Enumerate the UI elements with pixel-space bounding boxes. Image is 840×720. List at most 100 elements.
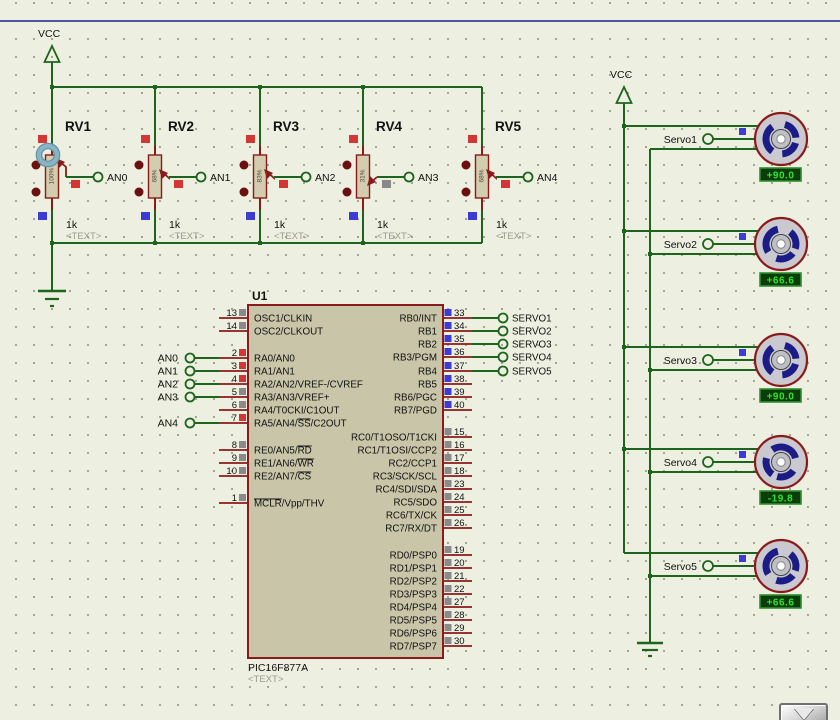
pin-state-square [239, 414, 246, 421]
terminal-an1-mcu-side[interactable] [184, 365, 196, 377]
servo-signal-state-square [739, 349, 746, 356]
pin-number: 26 [454, 518, 465, 529]
pin-name: RB2 [418, 340, 437, 351]
pin-number: 5 [232, 387, 237, 398]
terminal-an1-pot-side[interactable] [195, 171, 207, 183]
pin-name: RC4/SDI/SDA [375, 485, 437, 496]
pin-state-square [444, 454, 452, 461]
analog-terminal-label: AN4 [158, 418, 179, 430]
pin-state-square [239, 362, 246, 369]
pin-name: RD0/PSP0 [390, 551, 438, 562]
pin-number: 17 [454, 453, 465, 464]
pin-number: 3 [232, 361, 237, 372]
pot-top-state-square [38, 135, 47, 143]
servo-label: Servo3 [664, 355, 697, 367]
mcu-part-label: PIC16F877A [248, 662, 308, 674]
pin-state-square [444, 480, 452, 487]
servo-terminal-label: SERVO4 [512, 353, 552, 364]
pin-number: 7 [232, 413, 237, 424]
vcc-right-terminal-icon[interactable] [615, 84, 633, 104]
terminal-servo4[interactable] [702, 456, 714, 468]
wire-junction-dot [622, 447, 626, 451]
pot-wiper-state-square [174, 180, 183, 188]
pin-number: 36 [454, 347, 465, 358]
pin-name: RC1/T1OSI/CCP2 [358, 446, 438, 457]
pot-text-placeholder: <TEXT> [169, 231, 205, 242]
terminal-servo1-mcu-side[interactable] [497, 312, 509, 324]
terminal-an2-pot-side[interactable] [300, 171, 312, 183]
terminal-servo3-mcu-side[interactable] [497, 338, 509, 350]
terminal-an4-pot-side[interactable] [522, 171, 534, 183]
pin-name: RE0/AN5/RD [254, 446, 312, 457]
terminal-servo2[interactable] [702, 238, 714, 250]
wire-junction-dot [648, 368, 652, 372]
pin-number: 4 [232, 374, 237, 385]
servo-terminal-label: SERVO1 [512, 314, 552, 325]
analog-terminal-label: AN3 [158, 392, 179, 404]
pin-name: RA1/AN1 [254, 367, 295, 378]
terminal-servo5[interactable] [702, 560, 714, 572]
pin-number: 14 [226, 321, 237, 332]
terminal-an4-mcu-side[interactable] [184, 417, 196, 429]
pin-name: RD4/PSP4 [390, 603, 438, 614]
pin-state-square [444, 559, 452, 566]
vcc-left-label: VCC [38, 28, 61, 40]
pot-bottom-state-square [246, 212, 255, 220]
terminal-servo1[interactable] [702, 133, 714, 145]
servo-shaft-hole [776, 457, 786, 467]
vcc-right-label: VCC [610, 69, 633, 81]
servo-angle-value: +90.0 [767, 171, 795, 182]
pin-name: RB0/INT [399, 314, 437, 325]
vcc-left-terminal-icon[interactable] [43, 43, 61, 63]
pin-number: 6 [232, 400, 237, 411]
wire-junction-dot [648, 470, 652, 474]
terminal-an0-pot-side[interactable] [92, 171, 104, 183]
terminal-servo4-mcu-side[interactable] [497, 351, 509, 363]
servo-label: Servo1 [664, 134, 697, 146]
pin-number: 22 [454, 584, 465, 595]
terminal-servo2-mcu-side[interactable] [497, 325, 509, 337]
pot-wiper-state-square [382, 180, 391, 188]
terminal-servo5-mcu-side[interactable] [497, 365, 509, 377]
pot-percent-label: 68% [152, 169, 159, 182]
pin-number: 15 [454, 427, 465, 438]
pot-ref-label: RV4 [376, 119, 403, 134]
pin-name: RC6/TX/CK [386, 511, 438, 522]
pin-state-square [444, 388, 452, 395]
analog-terminal-label: AN0 [158, 353, 179, 365]
terminal-an2-mcu-side[interactable] [184, 378, 196, 390]
wire-junction-dot [622, 345, 626, 349]
servo-label: Servo4 [664, 457, 697, 469]
pin-name: RD5/PSP5 [390, 616, 438, 627]
terminal-an3-mcu-side[interactable] [184, 391, 196, 403]
pin-state-square [239, 494, 246, 501]
pin-state-square [444, 309, 452, 316]
pot-terminal-dot-bottom [31, 187, 41, 197]
pot-value-label: 1k [496, 219, 508, 231]
mcu-text-placeholder: <TEXT> [248, 674, 284, 685]
pot-text-placeholder: <TEXT> [274, 231, 310, 242]
pin-state-square [444, 572, 452, 579]
terminal-servo3[interactable] [702, 354, 714, 366]
pot-percent-label: 100% [49, 167, 56, 184]
terminal-an3-pot-side[interactable] [403, 171, 415, 183]
pin-name: RA3/AN3/VREF+ [254, 393, 330, 404]
pin-number: 39 [454, 387, 465, 398]
pin-name: RD6/PSP6 [390, 629, 438, 640]
analog-terminal-label: AN2 [158, 379, 179, 391]
pin-number: 8 [232, 440, 237, 451]
pin-name: RC2/CCP1 [389, 459, 437, 470]
pin-name: RB7/PGD [394, 406, 437, 417]
scroll-down-button[interactable] [779, 703, 828, 720]
pot-percent-label: 83% [257, 169, 264, 182]
pin-state-square [239, 467, 246, 474]
pot-bottom-state-square [38, 212, 47, 220]
terminal-an0-mcu-side[interactable] [184, 352, 196, 364]
pin-state-square [444, 467, 452, 474]
pot-net-label: AN4 [537, 172, 558, 184]
schematic-canvas[interactable]: VCC RV1 100% AN0 1k <TEXT> RV2 68% AN1 1… [0, 0, 840, 720]
pin-number: 25 [454, 505, 465, 516]
pin-state-square [444, 348, 452, 355]
pin-number: 23 [454, 479, 465, 490]
pin-number: 29 [454, 623, 465, 634]
